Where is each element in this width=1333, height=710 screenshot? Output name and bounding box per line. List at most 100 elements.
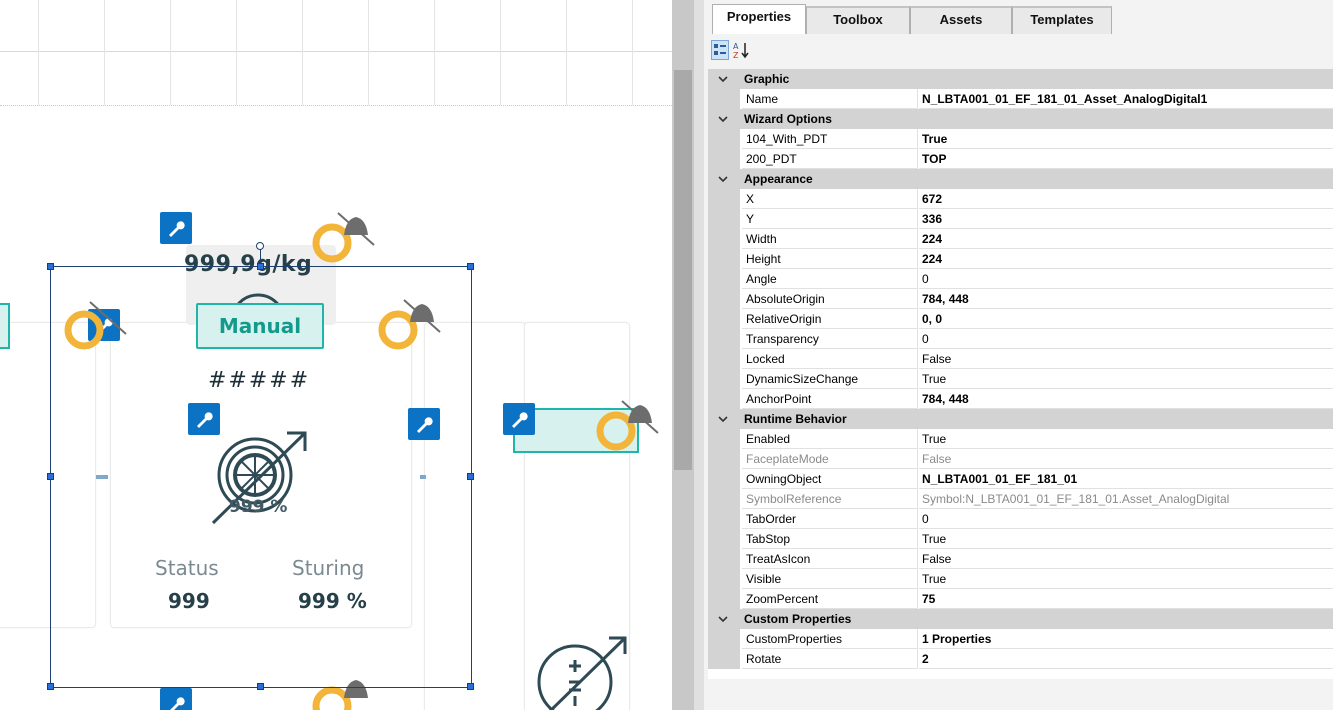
category-row[interactable]: Wizard Options: [708, 109, 1333, 129]
category-label: Wizard Options: [744, 112, 832, 126]
sort-alphabetical-icon[interactable]: A Z: [732, 40, 750, 60]
grid-line: [0, 105, 672, 106]
property-value[interactable]: 0: [919, 269, 1333, 289]
property-row[interactable]: Angle 0: [708, 269, 1333, 289]
property-value[interactable]: 0, 0: [919, 309, 1333, 329]
row-gutter: [708, 309, 740, 329]
chevron-down-icon[interactable]: [716, 112, 730, 126]
property-row[interactable]: OwningObject N_LBTA001_01_EF_181_01: [708, 469, 1333, 489]
property-value[interactable]: 75: [919, 589, 1333, 609]
resize-handle-s[interactable]: [257, 683, 264, 690]
resize-handle-e[interactable]: [467, 473, 474, 480]
property-row[interactable]: AbsoluteOrigin 784, 448: [708, 289, 1333, 309]
property-value[interactable]: 784, 448: [919, 389, 1333, 409]
chevron-down-icon[interactable]: [716, 72, 730, 86]
analog-digital-symbol-icon: [537, 636, 627, 710]
alarm-muted-icon[interactable]: [310, 205, 376, 265]
property-value[interactable]: False: [919, 549, 1333, 569]
property-value[interactable]: True: [919, 429, 1333, 449]
chevron-down-icon[interactable]: [716, 412, 730, 426]
category-row[interactable]: Custom Properties: [708, 609, 1333, 629]
property-name: Rotate: [742, 649, 918, 669]
property-row[interactable]: AnchorPoint 784, 448: [708, 389, 1333, 409]
selection-box[interactable]: [50, 266, 472, 688]
property-value[interactable]: 224: [919, 229, 1333, 249]
vertical-scrollbar[interactable]: [672, 0, 704, 710]
property-value[interactable]: True: [919, 529, 1333, 549]
property-value[interactable]: 2: [919, 649, 1333, 669]
property-row[interactable]: Height 224: [708, 249, 1333, 269]
category-row[interactable]: Runtime Behavior: [708, 409, 1333, 429]
resize-handle-w[interactable]: [47, 473, 54, 480]
property-row[interactable]: Enabled True: [708, 429, 1333, 449]
property-name: Width: [742, 229, 918, 249]
property-value[interactable]: 1 Properties: [919, 629, 1333, 649]
property-row[interactable]: SymbolReference Symbol:N_LBTA001_01_EF_18…: [708, 489, 1333, 509]
design-canvas[interactable]: Manual 999,9g/kg ##### 999 % Status 999 …: [0, 0, 672, 710]
property-value[interactable]: 224: [919, 249, 1333, 269]
property-value[interactable]: True: [919, 369, 1333, 389]
properties-toolbar: A Z: [704, 34, 1333, 66]
chevron-down-icon[interactable]: [716, 612, 730, 626]
property-row[interactable]: Name N_LBTA001_01_EF_181_01_Asset_AnalogD…: [708, 89, 1333, 109]
property-row[interactable]: DynamicSizeChange True: [708, 369, 1333, 389]
row-gutter: [708, 269, 740, 289]
rotate-handle[interactable]: [256, 242, 264, 250]
categorized-view-icon[interactable]: [711, 40, 729, 60]
property-row[interactable]: 104_With_PDT True: [708, 129, 1333, 149]
property-value[interactable]: 784, 448: [919, 289, 1333, 309]
property-value[interactable]: N_LBTA001_01_EF_181_01: [919, 469, 1333, 489]
property-row[interactable]: CustomProperties 1 Properties: [708, 629, 1333, 649]
property-value[interactable]: False: [919, 449, 1333, 469]
property-row[interactable]: ZoomPercent 75: [708, 589, 1333, 609]
row-gutter: [708, 349, 740, 369]
property-value[interactable]: Symbol:N_LBTA001_01_EF_181_01.Asset_Anal…: [919, 489, 1333, 509]
property-row[interactable]: Locked False: [708, 349, 1333, 369]
tab-properties[interactable]: Properties: [712, 4, 806, 35]
property-row[interactable]: FaceplateMode False: [708, 449, 1333, 469]
tab-assets[interactable]: Assets: [910, 6, 1012, 34]
property-row[interactable]: 200_PDT TOP: [708, 149, 1333, 169]
resize-handle-nw[interactable]: [47, 263, 54, 270]
resize-handle-se[interactable]: [467, 683, 474, 690]
category-label: Runtime Behavior: [744, 412, 847, 426]
property-value[interactable]: True: [919, 569, 1333, 589]
wrench-icon[interactable]: [503, 403, 535, 435]
category-row[interactable]: Graphic: [708, 69, 1333, 89]
category-row[interactable]: Appearance: [708, 169, 1333, 189]
resize-handle-n[interactable]: [257, 263, 264, 270]
panel-splitter[interactable]: [694, 0, 704, 710]
property-row[interactable]: Visible True: [708, 569, 1333, 589]
property-name: TabStop: [742, 529, 918, 549]
wrench-icon[interactable]: [160, 212, 192, 244]
property-row[interactable]: X 672: [708, 189, 1333, 209]
resize-handle-ne[interactable]: [467, 263, 474, 270]
property-row[interactable]: TabOrder 0: [708, 509, 1333, 529]
property-value[interactable]: TOP: [919, 149, 1333, 169]
property-row[interactable]: Rotate 2: [708, 649, 1333, 669]
property-row[interactable]: Y 336: [708, 209, 1333, 229]
property-value[interactable]: N_LBTA001_01_EF_181_01_Asset_AnalogDigit…: [919, 89, 1333, 109]
property-row[interactable]: RelativeOrigin 0, 0: [708, 309, 1333, 329]
property-value[interactable]: 0: [919, 329, 1333, 349]
tab-templates[interactable]: Templates: [1012, 6, 1112, 34]
property-row[interactable]: Transparency 0: [708, 329, 1333, 349]
property-value[interactable]: True: [919, 129, 1333, 149]
grid-line: [170, 0, 171, 105]
scrollbar-thumb[interactable]: [674, 70, 692, 470]
row-gutter: [708, 569, 740, 589]
property-value[interactable]: 672: [919, 189, 1333, 209]
property-value[interactable]: False: [919, 349, 1333, 369]
property-name: TabOrder: [742, 509, 918, 529]
alarm-muted-icon[interactable]: [594, 397, 660, 457]
property-row[interactable]: TreatAsIcon False: [708, 549, 1333, 569]
chevron-down-icon[interactable]: [716, 172, 730, 186]
property-value[interactable]: 336: [919, 209, 1333, 229]
property-name: CustomProperties: [742, 629, 918, 649]
resize-handle-sw[interactable]: [47, 683, 54, 690]
property-value[interactable]: 0: [919, 509, 1333, 529]
tab-toolbox[interactable]: Toolbox: [806, 6, 910, 34]
property-row[interactable]: Width 224: [708, 229, 1333, 249]
property-row[interactable]: TabStop True: [708, 529, 1333, 549]
wrench-icon[interactable]: [160, 688, 192, 710]
